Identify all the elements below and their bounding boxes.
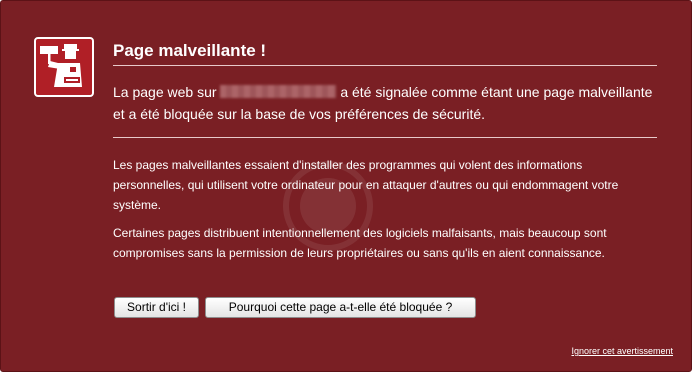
malware-warning-panel: Page malveillante ! La page web sur a ét…	[0, 0, 692, 372]
section-divider	[113, 137, 657, 138]
redacted-url	[220, 85, 337, 98]
explanation-paragraph-2: Certaines pages distribuent intentionnel…	[113, 226, 607, 260]
why-blocked-button[interactable]: Pourquoi cette page a-t-elle été bloquée…	[205, 297, 476, 318]
title-divider	[113, 65, 657, 66]
explanation-paragraph-1: Les pages malveillantes essaient d'insta…	[113, 158, 619, 212]
get-out-button[interactable]: Sortir d'ici !	[114, 297, 199, 318]
police-officer-stop-icon	[34, 37, 94, 97]
blocked-message: La page web sur a été signalée comme éta…	[113, 81, 663, 125]
ignore-warning-link[interactable]: Ignorer cet avertissement	[571, 346, 673, 356]
page-title: Page malveillante !	[113, 41, 267, 60]
blocked-message-start: La page web sur	[113, 84, 217, 100]
